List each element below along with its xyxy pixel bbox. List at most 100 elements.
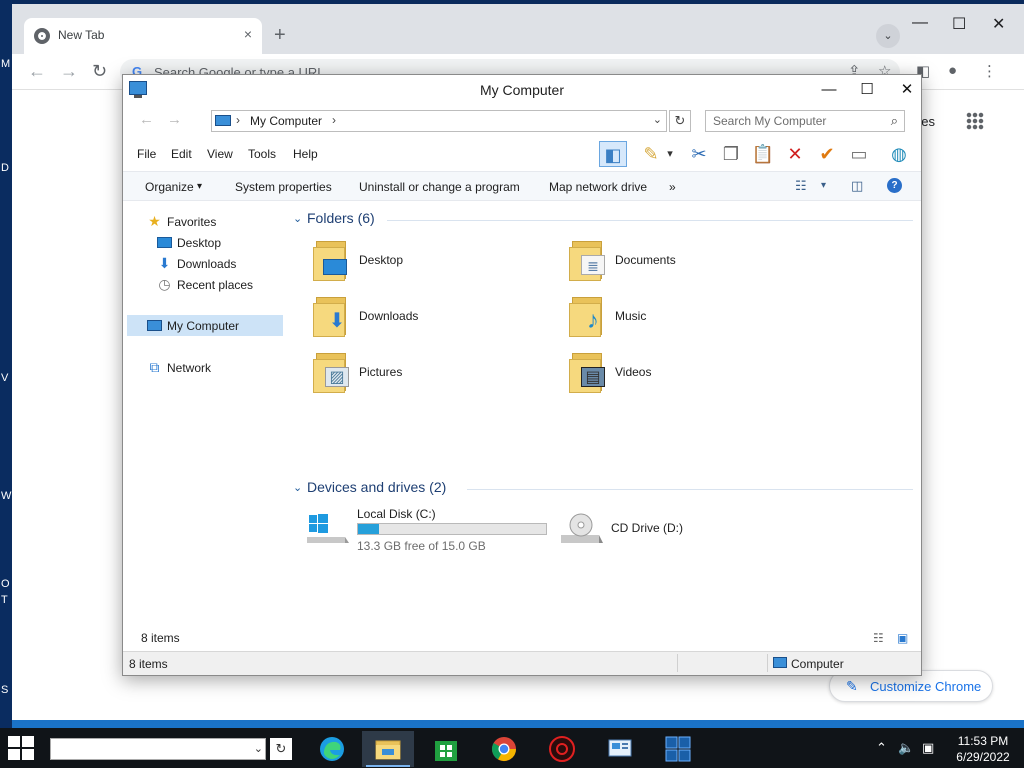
folder-music[interactable]: ♪ Music bbox=[569, 297, 809, 345]
folder-documents[interactable]: ≣ Documents bbox=[569, 241, 809, 289]
system-properties-button[interactable]: System properties bbox=[235, 180, 332, 194]
taskbar-file-explorer[interactable] bbox=[362, 731, 414, 767]
explorer-minimize-button[interactable]: — bbox=[809, 79, 849, 103]
delete-button[interactable]: ✕ bbox=[781, 141, 809, 167]
taskbar-search-box[interactable]: ⌄ bbox=[50, 738, 266, 760]
taskbar-task-view[interactable] bbox=[652, 731, 704, 767]
menu-view[interactable]: View bbox=[207, 147, 233, 161]
nav-recent-places[interactable]: ◷ Recent places bbox=[123, 274, 287, 295]
chrome-minimize-button[interactable]: — bbox=[912, 14, 928, 32]
search-icon[interactable]: ⌕ bbox=[891, 113, 898, 129]
folder-downloads[interactable]: ⬇ Downloads bbox=[313, 297, 553, 345]
folder-desktop[interactable]: Desktop bbox=[313, 241, 553, 289]
chrome-reload-button[interactable]: ↻ bbox=[92, 61, 107, 82]
chrome-menu-icon[interactable]: ⋮ bbox=[982, 62, 997, 80]
nav-desktop[interactable]: Desktop bbox=[123, 232, 287, 253]
menu-tools[interactable]: Tools bbox=[248, 147, 276, 161]
taskbar-security-app[interactable] bbox=[536, 731, 588, 767]
details-pane: 8 items ☷ ▣ bbox=[123, 631, 921, 651]
nav-my-computer[interactable]: My Computer bbox=[127, 315, 283, 336]
map-network-drive-button[interactable]: Map network drive bbox=[549, 180, 647, 194]
collapse-chevron-icon[interactable]: ⌄ bbox=[293, 212, 302, 225]
uninstall-program-button[interactable]: Uninstall or change a program bbox=[359, 180, 520, 194]
breadcrumb-separator[interactable]: › bbox=[236, 113, 240, 127]
clock-time[interactable]: 11:53 PM bbox=[948, 734, 1018, 748]
organize-button[interactable]: Organize bbox=[145, 180, 194, 194]
chrome-tab-new-tab[interactable]: New Tab × bbox=[24, 18, 262, 54]
folder-pictures[interactable]: ▨ Pictures bbox=[313, 353, 553, 401]
help-icon[interactable]: ? bbox=[887, 178, 902, 193]
shell-icon[interactable]: ◍ bbox=[885, 141, 913, 167]
taskbar-chrome[interactable] bbox=[478, 731, 530, 767]
status-bar: 8 items Computer bbox=[123, 651, 921, 675]
refresh-button[interactable]: ↻ bbox=[669, 110, 691, 132]
status-zone-label: Computer bbox=[791, 657, 844, 671]
details-view-icon[interactable]: ☷ bbox=[873, 631, 884, 645]
tray-chevron-up-icon[interactable]: ⌃ bbox=[876, 740, 887, 756]
view-dropdown-icon[interactable]: ▾ bbox=[821, 180, 826, 191]
change-view-icon[interactable]: ☷ bbox=[795, 178, 807, 194]
new-tab-button[interactable]: + bbox=[274, 25, 286, 45]
chrome-back-button[interactable]: ← bbox=[28, 61, 46, 82]
download-arrow-icon: ⬇ bbox=[158, 255, 171, 271]
volume-muted-icon[interactable]: 🔈 bbox=[898, 740, 914, 756]
preview-pane-button[interactable]: ◧ bbox=[599, 141, 627, 167]
search-box[interactable]: ⌕ bbox=[705, 110, 905, 132]
chrome-close-button[interactable]: ✕ bbox=[992, 14, 1005, 34]
tab-search-button[interactable]: ⌄ bbox=[876, 24, 900, 48]
folders-group-label: Folders (6) bbox=[307, 210, 375, 226]
explorer-title-bar[interactable]: My Computer — ☐ ✕ bbox=[123, 75, 921, 105]
taskbar-control-panel[interactable] bbox=[594, 731, 646, 767]
details-item-count: 8 items bbox=[141, 631, 180, 645]
copy-button[interactable]: ❐ bbox=[717, 141, 745, 167]
google-apps-icon[interactable] bbox=[966, 112, 984, 130]
preview-pane-toggle-icon[interactable]: ◫ bbox=[851, 178, 863, 194]
chrome-forward-button[interactable]: → bbox=[60, 61, 78, 82]
explorer-close-button[interactable]: ✕ bbox=[887, 79, 927, 103]
checkmark-button[interactable]: ✔ bbox=[813, 141, 841, 167]
drive-cd-d[interactable]: CD Drive (D:) bbox=[559, 507, 809, 557]
network-icon: ⧉ bbox=[149, 359, 160, 375]
address-bar[interactable]: › My Computer › ⌄ bbox=[211, 110, 667, 132]
move-to-button[interactable]: ✎ bbox=[637, 141, 665, 167]
network-tray-icon[interactable]: ▣ bbox=[922, 740, 934, 756]
more-commands-button[interactable]: » bbox=[669, 180, 676, 194]
folder-label: Downloads bbox=[359, 309, 419, 323]
move-to-dropdown-icon[interactable]: ▾ bbox=[663, 141, 677, 167]
search-input[interactable] bbox=[706, 111, 882, 131]
devices-group-header[interactable]: ⌄ Devices and drives (2) bbox=[293, 479, 913, 499]
nav-network[interactable]: ⧉ Network bbox=[123, 357, 287, 378]
computer-icon bbox=[773, 657, 787, 668]
chrome-tab-close-icon[interactable]: × bbox=[244, 26, 252, 42]
profile-avatar-icon[interactable]: ● bbox=[948, 62, 957, 79]
explorer-maximize-button[interactable]: ☐ bbox=[847, 79, 887, 103]
chrome-maximize-button[interactable]: ☐ bbox=[952, 14, 966, 34]
folders-group-header[interactable]: ⌄ Folders (6) bbox=[293, 210, 913, 230]
taskbar-edge[interactable] bbox=[306, 731, 358, 767]
drive-local-disk-c[interactable]: Local Disk (C:) 13.3 GB free of 15.0 GB bbox=[305, 507, 555, 557]
nav-favorites[interactable]: ★ Favorites bbox=[123, 211, 287, 232]
cut-button[interactable]: ✂ bbox=[685, 141, 713, 167]
search-dropdown-icon[interactable]: ⌄ bbox=[254, 742, 263, 755]
taskbar-store[interactable] bbox=[420, 731, 472, 767]
folder-videos[interactable]: ▤ Videos bbox=[569, 353, 809, 401]
collapse-chevron-icon[interactable]: ⌄ bbox=[293, 481, 302, 494]
breadcrumb-my-computer[interactable]: My Computer bbox=[250, 114, 322, 128]
menu-edit[interactable]: Edit bbox=[171, 147, 192, 161]
clock-date[interactable]: 6/29/2022 bbox=[948, 750, 1018, 764]
menu-file[interactable]: File bbox=[137, 147, 156, 161]
tiles-view-icon[interactable]: ▣ bbox=[897, 631, 908, 645]
paste-button[interactable]: 📋 bbox=[749, 141, 777, 167]
folder-label: Videos bbox=[615, 365, 652, 379]
breadcrumb-separator[interactable]: › bbox=[332, 113, 336, 127]
menu-help[interactable]: Help bbox=[293, 147, 318, 161]
organize-chevron-down-icon[interactable]: ▾ bbox=[197, 181, 202, 192]
start-button[interactable] bbox=[8, 736, 36, 762]
properties-button[interactable]: ▭ bbox=[845, 141, 873, 167]
address-dropdown-icon[interactable]: ⌄ bbox=[653, 113, 662, 126]
explorer-back-button[interactable]: ← bbox=[139, 111, 154, 128]
explorer-forward-button[interactable]: → bbox=[167, 111, 182, 128]
nav-downloads[interactable]: ⬇ Downloads bbox=[123, 253, 287, 274]
film-strip-icon: ▤ bbox=[581, 367, 605, 387]
taskbar-search-go-button[interactable]: ↻ bbox=[270, 738, 292, 760]
